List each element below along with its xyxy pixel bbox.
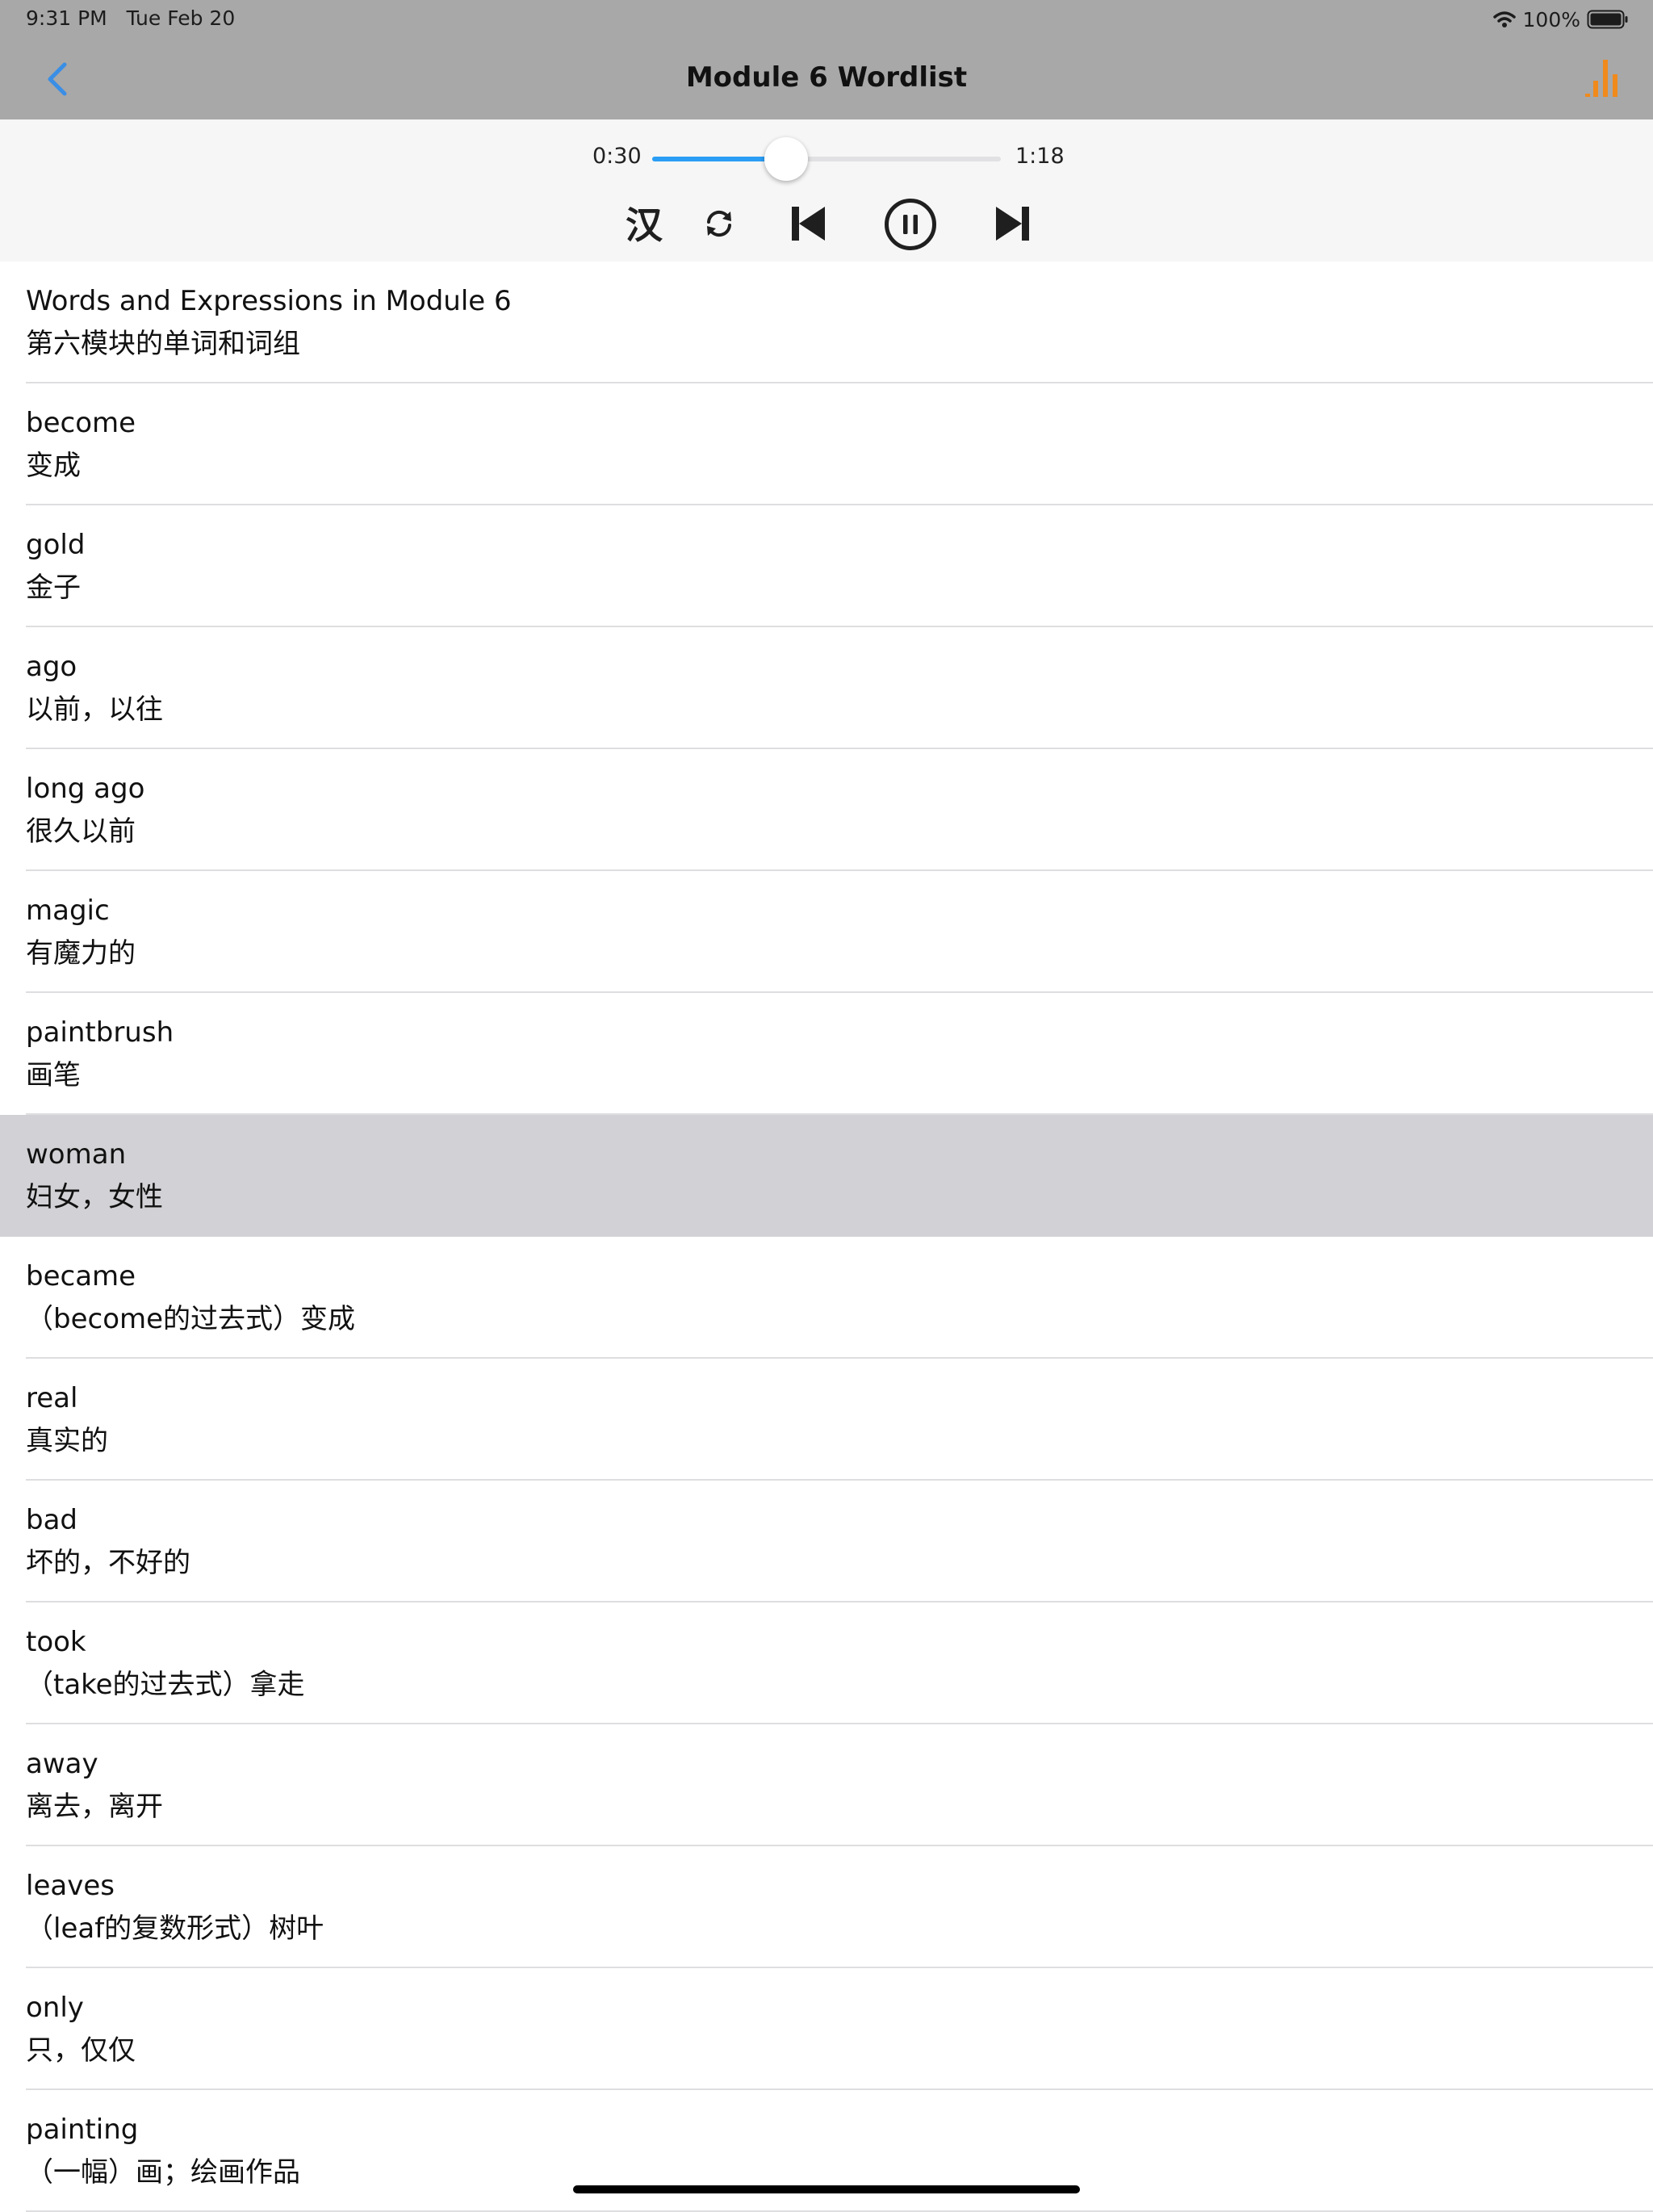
list-item[interactable]: became （become的过去式）变成 xyxy=(0,1237,1653,1359)
word-english: ago xyxy=(26,651,77,683)
word-chinese: 画笔 xyxy=(26,1059,81,1091)
word-english: magic xyxy=(26,894,110,927)
list-item[interactable]: become 变成 xyxy=(0,383,1653,505)
status-time-date: 9:31 PM Tue Feb 20 xyxy=(26,6,236,30)
word-chinese: （leaf的复数形式）树叶 xyxy=(26,1912,324,1945)
audio-player: 0:30 1:18 汉 xyxy=(0,119,1653,262)
list-item[interactable]: painting （一幅）画；绘画作品 xyxy=(0,2090,1653,2212)
word-chinese: （become的过去式）变成 xyxy=(26,1303,356,1335)
list-item[interactable]: real 真实的 xyxy=(0,1359,1653,1481)
previous-button[interactable] xyxy=(788,203,828,244)
word-chinese: （take的过去式）拿走 xyxy=(26,1669,305,1701)
list-item[interactable]: paintbrush 画笔 xyxy=(0,993,1653,1115)
word-chinese: 很久以前 xyxy=(26,815,136,848)
skip-previous-icon xyxy=(792,207,825,241)
repeat-button[interactable] xyxy=(702,207,736,241)
page-title: Module 6 Wordlist xyxy=(685,61,968,94)
word-english: real xyxy=(26,1382,78,1414)
list-item[interactable]: Words and Expressions in Module 6 第六模块的单词… xyxy=(0,262,1653,383)
total-duration: 1:18 xyxy=(1015,144,1065,169)
list-item[interactable]: long ago 很久以前 xyxy=(0,749,1653,871)
battery-percent: 100% xyxy=(1522,7,1580,31)
stats-button[interactable] xyxy=(1584,57,1622,100)
word-chinese: 妇女，女性 xyxy=(26,1181,163,1213)
word-chinese: 第六模块的单词和词组 xyxy=(26,328,300,360)
elapsed-time: 0:30 xyxy=(592,144,642,169)
word-english: away xyxy=(26,1748,98,1780)
wifi-icon xyxy=(1492,11,1516,27)
list-item[interactable]: took （take的过去式）拿走 xyxy=(0,1602,1653,1724)
word-english: became xyxy=(26,1260,136,1292)
word-english: long ago xyxy=(26,773,145,805)
list-item[interactable]: ago 以前，以往 xyxy=(0,627,1653,749)
word-english: only xyxy=(26,1992,84,2024)
list-item[interactable]: away 离去，离开 xyxy=(0,1724,1653,1846)
word-english: woman xyxy=(26,1138,127,1171)
list-item[interactable]: only 只，仅仅 xyxy=(0,1968,1653,2090)
chinese-toggle-button[interactable]: 汉 xyxy=(621,199,667,247)
bar-chart-icon xyxy=(1585,60,1617,97)
word-english: gold xyxy=(26,529,86,561)
pause-icon xyxy=(885,199,936,250)
word-chinese: （一幅）画；绘画作品 xyxy=(26,2156,300,2189)
word-list: Words and Expressions in Module 6 第六模块的单词… xyxy=(0,262,1653,2212)
word-chinese: 离去，离开 xyxy=(26,1791,163,1823)
pause-button[interactable] xyxy=(883,197,938,252)
progress-slider[interactable] xyxy=(652,137,1001,181)
word-english: painting xyxy=(26,2114,139,2146)
word-chinese: 坏的，不好的 xyxy=(26,1547,190,1579)
word-english: paintbrush xyxy=(26,1016,174,1049)
word-chinese: 变成 xyxy=(26,450,81,482)
word-chinese: 真实的 xyxy=(26,1425,108,1457)
word-chinese: 有魔力的 xyxy=(26,937,136,970)
word-chinese: 只，仅仅 xyxy=(26,2034,136,2067)
list-item[interactable]: leaves （leaf的复数形式）树叶 xyxy=(0,1846,1653,1968)
home-indicator xyxy=(573,2185,1080,2193)
list-item[interactable]: woman 妇女，女性 xyxy=(0,1115,1653,1237)
word-english: bad xyxy=(26,1504,77,1536)
repeat-icon xyxy=(707,210,731,237)
skip-next-icon xyxy=(996,207,1029,241)
progress-slider-thumb[interactable] xyxy=(764,137,809,181)
word-english: took xyxy=(26,1626,86,1658)
next-button[interactable] xyxy=(993,203,1033,244)
word-english: leaves xyxy=(26,1870,115,1902)
list-item[interactable]: magic 有魔力的 xyxy=(0,871,1653,993)
list-item[interactable]: gold 金子 xyxy=(0,505,1653,627)
list-item[interactable]: bad 坏的，不好的 xyxy=(0,1481,1653,1602)
battery-icon xyxy=(1587,10,1628,29)
word-chinese: 金子 xyxy=(26,572,81,604)
status-indicators: 100% xyxy=(1492,5,1629,34)
word-english: Words and Expressions in Module 6 xyxy=(26,285,512,317)
word-chinese: 以前，以往 xyxy=(26,693,163,726)
word-english: become xyxy=(26,407,136,439)
navigation-bar: 9:31 PM Tue Feb 20 100% Module 6 Wordlis… xyxy=(0,0,1653,119)
